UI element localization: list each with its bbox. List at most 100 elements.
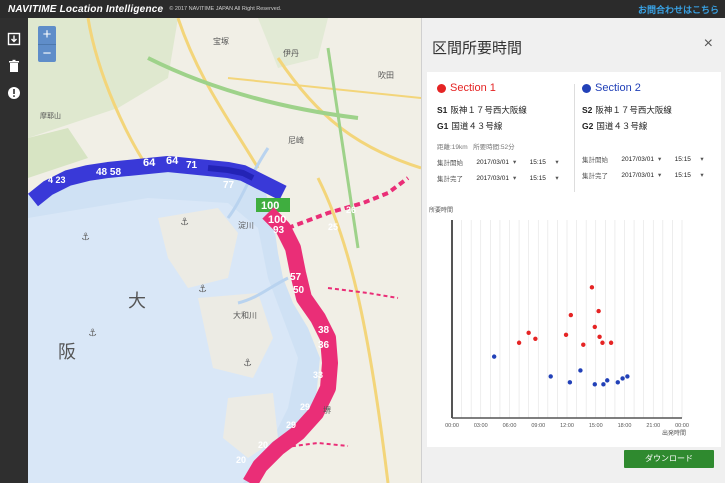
section-1-start-time-select[interactable]: 15:15: [530, 159, 546, 166]
svg-text:尼崎: 尼崎: [288, 135, 304, 145]
info-icon[interactable]: [7, 86, 21, 100]
chart-x-tick-label: 18:00: [618, 423, 632, 429]
trash-icon[interactable]: [7, 59, 21, 73]
chart-point-series-2: [578, 368, 583, 373]
download-icon[interactable]: [7, 32, 21, 46]
svg-text:93: 93: [273, 225, 285, 236]
top-bar: NAVITIME Location Intelligence © 2017 NA…: [0, 0, 725, 18]
chart-point-series-2: [601, 382, 606, 387]
svg-text:26: 26: [346, 205, 356, 215]
svg-text:吹田: 吹田: [378, 70, 394, 80]
svg-text:摩耶山: 摩耶山: [40, 111, 61, 120]
chart-point-series-1: [596, 308, 601, 314]
section-2-goal: G2 国道４３号線: [582, 120, 722, 132]
section-2-start: S2 阪神１７号西大阪線: [582, 104, 722, 116]
chart-point-series-2: [491, 354, 497, 359]
svg-text:⚓: ⚓: [88, 328, 97, 339]
svg-text:阪: 阪: [58, 342, 76, 362]
section-1-end-row-label: 集計完了: [437, 176, 463, 183]
section-1-start-date-select[interactable]: 2017/03/01: [476, 159, 509, 166]
section-2-end-time-select[interactable]: 15:15: [675, 172, 691, 179]
section-1-end-time-select[interactable]: 15:15: [530, 175, 546, 182]
svg-text:100: 100: [261, 200, 279, 212]
map-view[interactable]: 4 23 48 58 64 64 71 77 100 100 93 57 50 …: [28, 18, 421, 483]
chart-xlabel: 出発時間: [662, 429, 686, 437]
travel-time-chart: 所要時間 00:00 03:00 06:00 09:00 12:00 15:00 18:00 2…: [427, 202, 721, 447]
chart-point-series-1: [597, 334, 602, 340]
svg-text:20: 20: [236, 455, 246, 465]
section-2-end-row: 集計完了 2017/03/01 ▾ 15:15 ▾: [582, 171, 704, 181]
svg-text:25: 25: [328, 222, 338, 232]
svg-text:57: 57: [290, 272, 302, 283]
close-icon[interactable]: ×: [704, 35, 713, 53]
svg-text:⚓: ⚓: [180, 217, 189, 228]
svg-text:33: 33: [313, 370, 323, 380]
zoom-out-button[interactable]: −: [38, 44, 56, 62]
contact-link[interactable]: お問合わせはこちら: [638, 3, 719, 16]
section-1-goal-label: G1: [437, 121, 449, 131]
brand-logo: NAVITIME Location Intelligence: [8, 3, 164, 15]
section-cards: Section 1 S1 阪神１７号西大阪線 G1 国道４３号線 距離:19km 所…: [427, 72, 721, 217]
chart-x-tick-label: 15:00: [589, 423, 603, 429]
section-2-header: Section 2: [582, 82, 722, 94]
section-2-end-date-select[interactable]: 2017/03/01: [621, 172, 654, 179]
section-2-end-row-label: 集計完了: [582, 173, 608, 180]
panel-title: 区間所要時間: [432, 40, 523, 57]
section-1-header: Section 1: [437, 82, 577, 94]
svg-text:淀川: 淀川: [238, 220, 254, 230]
section-2-start-row: 集計開始 2017/03/01 ▾ 15:15 ▾: [582, 155, 704, 165]
chart-point-series-2: [605, 378, 610, 383]
chart-point-series-1: [581, 342, 586, 347]
chart-point-series-1: [600, 340, 605, 345]
section-1-card: Section 1 S1 阪神１７号西大阪線 G1 国道４３号線 距離:19km 所…: [437, 82, 577, 183]
section-1-duration: 所要時間:52分: [473, 144, 515, 151]
section-1-goal: G1 国道４３号線: [437, 120, 577, 132]
section-2-start-time-select[interactable]: 15:15: [675, 156, 691, 163]
chart-point-series-1: [516, 340, 522, 345]
svg-text:大和川: 大和川: [233, 310, 257, 320]
chart-point-series-1: [526, 330, 531, 336]
section-2-dot-icon: [582, 83, 591, 93]
section-1-start: S1 阪神１７号西大阪線: [437, 104, 577, 116]
zoom-in-button[interactable]: +: [38, 26, 56, 44]
svg-text:⚓: ⚓: [81, 232, 90, 243]
svg-text:大: 大: [128, 291, 146, 311]
section-2-start-date-select[interactable]: 2017/03/01: [621, 156, 654, 163]
chart-ylabel: 所要時間: [429, 206, 453, 214]
chart-point-series-2: [615, 380, 620, 385]
chart-x-tick-label: 12:00: [560, 423, 574, 429]
section-1-title: Section 1: [450, 82, 496, 94]
chart-x-tick-label: 21:00: [646, 423, 660, 429]
download-button[interactable]: ダウンロード: [624, 450, 714, 468]
svg-text:堺: 堺: [323, 405, 331, 415]
chart-x-tick-label: 09:00: [531, 423, 545, 429]
chart-point-series-2: [567, 380, 573, 385]
section-1-start-value: 阪神１７号西大阪線: [450, 105, 527, 115]
section-time-panel: 区間所要時間 × Section 1 S1 阪神１７号西大阪線 G1 国道４３号線 …: [421, 18, 725, 483]
chart-point-series-2: [548, 374, 553, 379]
chart-x-tick-label: 06:00: [503, 423, 517, 429]
section-1-start-row-label: 集計開始: [437, 160, 463, 167]
chart-point-series-1: [563, 332, 569, 338]
section-1-dot-icon: [437, 83, 446, 93]
section-2-goal-value: 国道４３号線: [596, 121, 648, 131]
section-1-meta: 距離:19km 所要時間:52分: [437, 141, 577, 151]
section-2-start-row-label: 集計開始: [582, 157, 608, 164]
section-1-distance: 距離:19km: [437, 144, 468, 151]
svg-text:64: 64: [166, 155, 179, 167]
section-1-goal-value: 国道４３号線: [451, 121, 503, 131]
chart-point-series-2: [625, 374, 630, 379]
section-1-start-label: S1: [437, 105, 448, 115]
section-2-card: Section 2 S2 阪神１７号西大阪線 G2 国道４３号線 集計開始 2017…: [582, 82, 722, 180]
section-1-end-date-select[interactable]: 2017/03/01: [476, 175, 509, 182]
chart-point-series-1: [589, 285, 595, 290]
chart-x-tick-label: 03:00: [474, 423, 488, 429]
svg-text:71: 71: [186, 160, 198, 171]
left-toolbar: [0, 18, 28, 483]
section-divider: [574, 84, 575, 192]
svg-text:伊丹: 伊丹: [283, 48, 299, 58]
chart-point-series-1: [568, 312, 574, 318]
chart-svg: 所要時間 00:00 03:00 06:00 09:00 12:00 15:00 18:00 2…: [429, 206, 689, 437]
chart-point-series-2: [592, 382, 597, 387]
svg-text:48 58: 48 58: [96, 167, 121, 178]
